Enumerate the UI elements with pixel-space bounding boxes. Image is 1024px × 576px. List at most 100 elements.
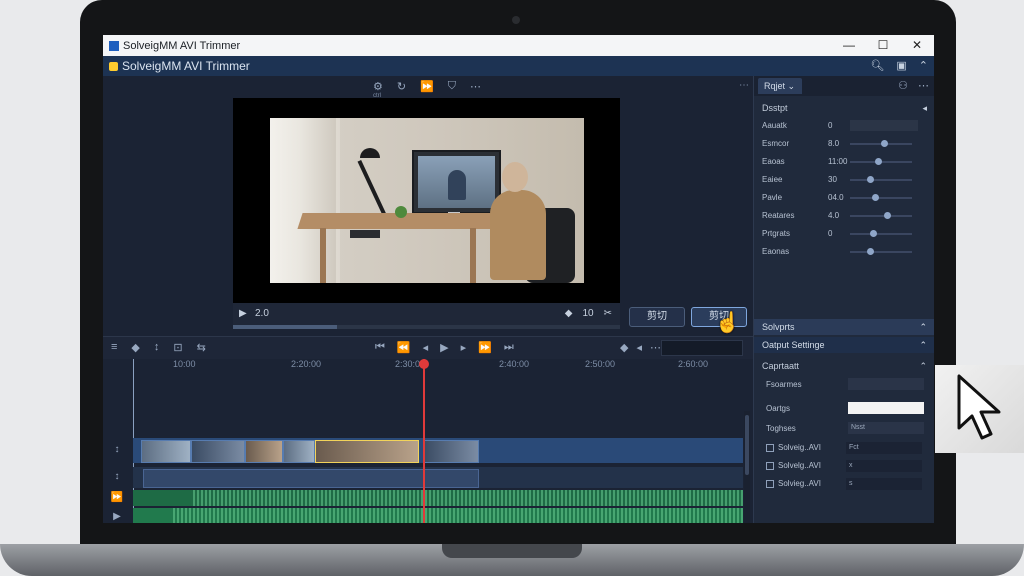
step-value[interactable]: 10 xyxy=(582,308,593,319)
crop-icon[interactable]: ⊡ xyxy=(173,341,182,354)
video-clip[interactable] xyxy=(141,440,191,463)
person-icon[interactable]: ⚇ xyxy=(898,79,908,92)
search-icon[interactable]: 🔍︎ xyxy=(870,59,884,72)
video-clip-selected[interactable] xyxy=(315,440,419,463)
property-value[interactable]: 04.0 xyxy=(828,193,844,202)
play-icon[interactable]: ▶ xyxy=(239,308,247,319)
chevron-up-icon[interactable]: ⌃ xyxy=(919,59,928,72)
property-dropdown[interactable] xyxy=(850,120,918,131)
track-header-audio1[interactable]: ⏩ xyxy=(103,492,131,503)
go-end-icon[interactable]: ⏭ xyxy=(504,341,514,354)
slider-knob[interactable] xyxy=(881,140,888,147)
marker-icon[interactable]: ⛉ xyxy=(448,80,456,93)
file-cell[interactable]: Fct xyxy=(846,442,922,454)
output-group-header[interactable]: Caprtaatt ⌃ xyxy=(754,358,934,374)
swap-icon[interactable]: ⇆ xyxy=(197,341,206,354)
file-checkbox[interactable] xyxy=(766,480,774,488)
file-cell[interactable]: x xyxy=(846,460,922,472)
slider-knob[interactable] xyxy=(867,248,874,255)
timeline-ruler[interactable]: 10:00 2:20:00 2:30:00 2:40:00 2:50:00 2:… xyxy=(133,359,743,371)
rewind-icon[interactable]: ⏪ xyxy=(397,341,411,354)
step-forward-icon[interactable]: ▸ xyxy=(461,341,467,354)
track-header-video1[interactable]: ↕ xyxy=(103,444,131,455)
video-track-1[interactable] xyxy=(133,438,743,463)
scissors-icon[interactable]: ✂ xyxy=(604,308,612,319)
toghses-field[interactable]: Nsst xyxy=(848,422,924,434)
property-slider[interactable] xyxy=(850,194,912,201)
track-header-video2[interactable]: ↕ xyxy=(103,471,131,482)
preview-progress-bar[interactable] xyxy=(233,325,620,329)
timecode-field[interactable] xyxy=(661,340,743,356)
file-row[interactable]: Solveig..AVI Fct xyxy=(754,440,934,456)
keyframe-icon[interactable]: ◆ xyxy=(620,341,628,354)
property-value[interactable]: 30 xyxy=(828,175,837,184)
video-clip-strip[interactable] xyxy=(143,469,479,488)
marker-icon[interactable]: ◆ xyxy=(131,341,139,354)
scene-lamp-head xyxy=(360,148,380,158)
slider-knob[interactable] xyxy=(872,194,879,201)
audio-track-2[interactable] xyxy=(133,508,743,523)
more-icon[interactable]: ⋯ xyxy=(918,79,929,92)
file-row[interactable]: Solvieg..AVI s xyxy=(754,476,934,492)
track-header-audio2[interactable]: ▶ xyxy=(103,511,131,522)
file-checkbox[interactable] xyxy=(766,462,774,470)
fast-forward-icon[interactable]: ⏩ xyxy=(478,341,492,354)
slider-knob[interactable] xyxy=(870,230,877,237)
video-track-2[interactable] xyxy=(133,467,743,488)
split-icon[interactable]: ↕ xyxy=(154,341,160,354)
loop-icon[interactable]: ↻ xyxy=(397,80,406,93)
tab-properties[interactable]: Rqjet ⌄ xyxy=(758,78,802,94)
property-value[interactable]: 0 xyxy=(828,229,832,238)
output-path-field[interactable] xyxy=(848,402,924,414)
slider-knob[interactable] xyxy=(875,158,882,165)
playhead[interactable] xyxy=(423,359,425,523)
zoom-out-icon[interactable]: ◂ xyxy=(636,341,642,354)
speed-icon[interactable]: ⚙ xyxy=(373,80,383,93)
property-slider[interactable] xyxy=(850,158,912,165)
go-start-icon[interactable]: ⏮ xyxy=(375,341,385,354)
property-value[interactable]: 8.0 xyxy=(828,139,839,148)
property-value[interactable]: 0 xyxy=(828,121,832,130)
mark-icon[interactable]: ◆ xyxy=(565,308,573,319)
forward-icon[interactable]: ⏩ xyxy=(420,80,434,93)
audio-track-1[interactable] xyxy=(133,490,743,506)
video-clip[interactable] xyxy=(191,440,245,463)
laptop-notch xyxy=(442,544,582,558)
minimize-button[interactable]: — xyxy=(832,35,866,56)
property-slider[interactable] xyxy=(850,248,912,255)
more-dots-icon[interactable]: ⋯ xyxy=(739,80,749,91)
play-icon[interactable]: ▶ xyxy=(440,341,448,354)
property-label: Eaoas xyxy=(762,157,785,166)
file-checkbox[interactable] xyxy=(766,444,774,452)
property-slider[interactable] xyxy=(850,140,912,147)
video-clip[interactable] xyxy=(423,440,479,463)
section-header[interactable]: Dsstpt ◂ xyxy=(754,100,934,116)
property-value[interactable]: 11:00 xyxy=(828,157,847,166)
timeline-vertical-scrollbar[interactable] xyxy=(744,411,750,523)
panel-tabs: Rqjet ⌄ ⚇ ⋯ xyxy=(754,76,934,96)
property-slider[interactable] xyxy=(850,176,912,183)
file-row[interactable]: Solvelg..AVI x xyxy=(754,458,934,474)
video-preview[interactable] xyxy=(233,98,620,303)
slider-knob[interactable] xyxy=(884,212,891,219)
section-bar[interactable]: Solvprts ⌃ xyxy=(754,319,934,335)
file-cell[interactable]: s xyxy=(846,478,922,490)
more-icon[interactable]: ⋯ xyxy=(470,80,481,93)
property-slider[interactable] xyxy=(850,230,912,237)
property-slider[interactable] xyxy=(850,212,912,219)
video-clip[interactable] xyxy=(283,440,315,463)
close-button[interactable]: ✕ xyxy=(900,35,934,56)
cut-button-left[interactable]: 剪切 xyxy=(629,307,685,327)
video-clip[interactable] xyxy=(245,440,283,463)
property-value[interactable]: 4.0 xyxy=(828,211,839,220)
scrollbar-thumb[interactable] xyxy=(745,415,749,475)
playhead-handle[interactable] xyxy=(419,359,429,369)
window-icon[interactable]: ▣ xyxy=(896,59,906,72)
step-back-icon[interactable]: ◂ xyxy=(423,341,429,354)
output-settings-bar[interactable]: Oatput Settinge ⌃ xyxy=(754,337,934,353)
more-icon[interactable]: ⋯ xyxy=(650,341,661,354)
format-dropdown[interactable] xyxy=(848,378,924,390)
menu-icon[interactable]: ≡ xyxy=(111,341,117,354)
maximize-button[interactable]: ☐ xyxy=(866,35,900,56)
slider-knob[interactable] xyxy=(867,176,874,183)
